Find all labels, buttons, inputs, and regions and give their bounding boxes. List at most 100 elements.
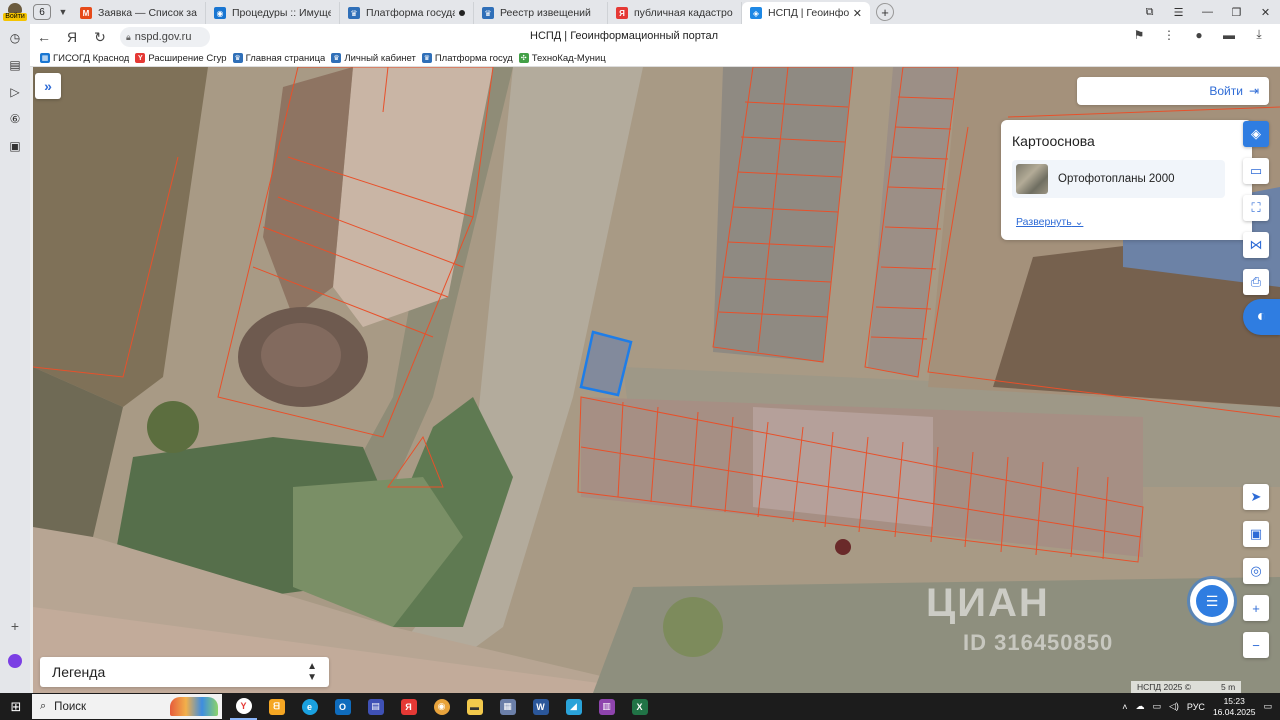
media-app-icon[interactable]: ᗺ	[263, 693, 290, 720]
excel-icon[interactable]: X	[626, 693, 653, 720]
basemap-item-orthophoto[interactable]: Ортофотопланы 2000	[1012, 160, 1225, 198]
yandex-icon[interactable]: Я	[395, 693, 422, 720]
reload-button[interactable]: ↻	[86, 29, 114, 46]
player-icon[interactable]: ▷	[0, 78, 30, 105]
bookmark-cabinet[interactable]: ♛ Личный кабинет	[331, 53, 416, 64]
zoom-out-button[interactable]: −	[1243, 632, 1269, 658]
windows-start-icon[interactable]: ⊞	[0, 693, 32, 720]
tab-count-button[interactable]: 6	[33, 4, 51, 20]
share-icon[interactable]: ⋈	[1243, 232, 1269, 258]
telegram-icon[interactable]: ◢	[560, 693, 587, 720]
history-icon[interactable]: ◷	[0, 24, 30, 51]
close-tab-icon[interactable]: ✕	[853, 7, 862, 20]
bookmark-icon[interactable]: ⚑	[1130, 28, 1148, 42]
notes-icon[interactable]: ▤	[0, 51, 30, 78]
download-arrow-icon[interactable]: ⤓	[1250, 27, 1268, 42]
menu-icon[interactable]: ☰	[1164, 0, 1193, 24]
login-button[interactable]: Войти ⇥	[1077, 77, 1269, 105]
chrome-icon[interactable]: ◉	[428, 693, 455, 720]
word-icon[interactable]: W	[527, 693, 554, 720]
screenshot-icon[interactable]: ▣	[0, 132, 30, 159]
bookmark-favicon-icon: ♛	[331, 53, 342, 63]
tabs-icon[interactable]: ⑥	[0, 105, 30, 132]
browser-tab-bar: Войти 6 ▼ M Заявка — Список заявок ◉ Про…	[0, 0, 1280, 24]
browser-sidebar: ◷ ▤ ▷ ⑥ ▣ +	[0, 24, 30, 693]
notifications-icon[interactable]: ▭	[1263, 701, 1272, 712]
search-highlight-image	[170, 697, 218, 716]
outlook-icon[interactable]: O	[329, 693, 356, 720]
print-icon[interactable]: ⎙	[1243, 269, 1269, 295]
basemap-panel: Картооснова Ортофотопланы 2000 Развернут…	[1001, 120, 1252, 240]
minimize-button[interactable]: —	[1193, 0, 1222, 24]
search-icon: ⌕	[40, 700, 47, 712]
lock-icon: 🔒︎	[126, 31, 131, 42]
bookmark-favicon-icon: ▦	[40, 53, 50, 63]
bookmark-gisogd[interactable]: ▦ ГИСОГД Краснод	[40, 53, 129, 64]
edge-icon[interactable]: e	[296, 693, 323, 720]
tab-cadastral-map-search[interactable]: Я публичная кадастровая к	[608, 2, 742, 24]
download-icon[interactable]: ▬	[1220, 28, 1238, 42]
tab-gov-platform[interactable]: ♛ Платформа государств	[340, 2, 474, 24]
chevron-down-icon[interactable]: ▼	[54, 3, 72, 21]
search-placeholder: Поиск	[54, 700, 87, 713]
clock[interactable]: 15:23 16.04.2025	[1213, 696, 1256, 718]
address-bar[interactable]: 🔒︎ nspd.gov.ru	[120, 27, 210, 47]
profile-button[interactable]: Войти	[0, 0, 30, 24]
network-app-icon[interactable]: ▤	[362, 693, 389, 720]
bookmark-platform[interactable]: ♛ Платформа госуд	[421, 53, 513, 64]
expand-basemaps-link[interactable]: Развернуть ⌄	[1016, 216, 1083, 228]
back-button[interactable]: ←	[30, 29, 58, 45]
nspd-assistant-icon[interactable]: ◐	[1243, 299, 1280, 335]
toolbar-actions: ⚑ ⋮ ● ▬ ⤓	[1130, 27, 1268, 42]
layers-icon[interactable]: ◈	[1243, 121, 1269, 147]
tab-notices-registry[interactable]: ♛ Реестр извещений	[474, 2, 608, 24]
taskbar-search[interactable]: ⌕ Поиск	[32, 694, 222, 719]
restore-button[interactable]: ❐	[1222, 0, 1251, 24]
zoom-in-button[interactable]: +	[1243, 595, 1269, 621]
map-canvas[interactable]: » Войти ⇥ Картооснова Ортофотопланы 2000…	[33, 67, 1280, 693]
basemap-thumbnail	[1016, 164, 1048, 194]
photo-app-icon[interactable]: ▦	[494, 693, 521, 720]
unsaved-dot-icon	[459, 10, 465, 16]
alice-assistant-icon[interactable]	[8, 654, 22, 668]
more-icon[interactable]: ⋮	[1160, 28, 1178, 42]
yandex-browser-icon[interactable]: Y	[230, 693, 257, 720]
tab-requests[interactable]: M Заявка — Список заявок	[72, 2, 206, 24]
tab-procedures[interactable]: ◉ Процедуры :: Имуществе	[206, 2, 340, 24]
expand-panel-button[interactable]: »	[35, 73, 61, 99]
browser-toolbar: ← Я ↻ 🔒︎ nspd.gov.ru НСПД | Геоинформаци…	[30, 24, 1280, 50]
add-panel-icon[interactable]: +	[0, 618, 30, 634]
network-icon[interactable]: ▭	[1152, 701, 1161, 712]
language-indicator[interactable]: РУС	[1187, 702, 1205, 712]
collections-icon[interactable]: ⧉	[1135, 0, 1164, 24]
tab-favicon-icon: Я	[616, 7, 628, 19]
page-title: НСПД | Геоинформационный портал	[530, 30, 719, 42]
tab-favicon-icon: ◉	[214, 7, 226, 19]
chat-button[interactable]: ☰	[1190, 579, 1234, 623]
geolocation-icon[interactable]: ➤	[1243, 484, 1269, 510]
volume-icon[interactable]: ◁)	[1169, 701, 1179, 712]
location-search-icon[interactable]: ◎	[1243, 558, 1269, 584]
select-area-icon[interactable]: ⛶	[1243, 195, 1269, 221]
yandex-home-icon[interactable]: Я	[58, 29, 86, 45]
extension-icon[interactable]: ●	[1190, 28, 1208, 42]
bookmark-home[interactable]: ♛ Главная страница	[232, 53, 325, 64]
close-window-button[interactable]: ✕	[1251, 0, 1280, 24]
bookmark-extension[interactable]: Y Расширение Сгур	[135, 53, 227, 64]
tab-favicon-icon: ♛	[348, 7, 360, 19]
tab-favicon-icon: M	[80, 7, 92, 19]
watermark-id: ID 316450850	[963, 630, 1114, 655]
ruler-icon[interactable]: ▭	[1243, 158, 1269, 184]
tab-nspd[interactable]: ◈ НСПД | Геоинформаци ✕	[742, 2, 870, 24]
minimap-icon[interactable]: ▣	[1243, 521, 1269, 547]
winrar-icon[interactable]: ▥	[593, 693, 620, 720]
new-tab-button[interactable]: +	[876, 3, 894, 21]
tray-expand-icon[interactable]: ˄	[1122, 702, 1127, 712]
legend-toggle[interactable]: Легенда ▲ ▼	[40, 657, 329, 687]
url-text: nspd.gov.ru	[134, 31, 192, 43]
bookmark-technokad[interactable]: ✣ ТехноКад-Муниц	[518, 53, 606, 64]
tab-favicon-icon: ◈	[750, 7, 762, 19]
file-explorer-icon[interactable]: ▬	[461, 693, 488, 720]
scale-bar: 5 m	[1221, 682, 1236, 692]
cloud-icon[interactable]: ☁	[1135, 701, 1144, 712]
